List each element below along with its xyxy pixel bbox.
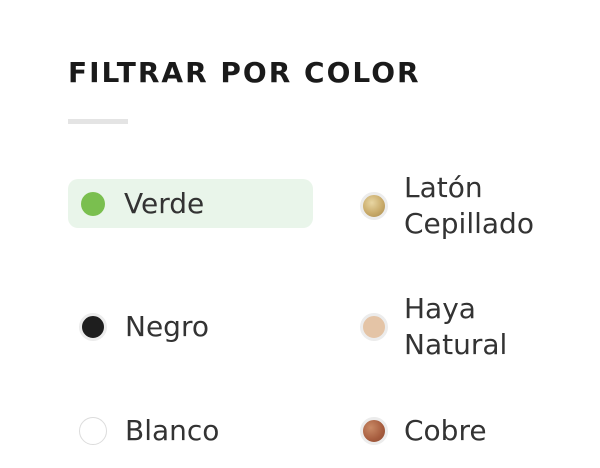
swatch-negro [79, 313, 107, 341]
swatch-verde [81, 191, 105, 216]
swatch-cobre [360, 417, 388, 445]
swatch-laton-cepillado [360, 192, 388, 220]
color-filter-panel: FILTRAR POR COLOR Verde Latón Cepillado … [0, 0, 600, 468]
color-label: Blanco [125, 414, 220, 447]
color-option-negro[interactable]: Negro [79, 304, 299, 350]
color-option-laton-cepillado[interactable]: Latón Cepillado [360, 170, 580, 242]
color-option-blanco[interactable]: Blanco [79, 410, 299, 452]
color-list: Verde Latón Cepillado Negro Haya Natural… [0, 0, 600, 468]
color-label: Negro [125, 310, 209, 343]
swatch-blanco [79, 417, 107, 445]
color-label: Verde [124, 186, 205, 220]
color-label: Cobre [404, 414, 487, 447]
color-label: Haya Natural [404, 292, 508, 361]
color-option-cobre[interactable]: Cobre [360, 410, 580, 452]
swatch-haya-natural [360, 313, 388, 341]
color-option-verde[interactable]: Verde [68, 179, 313, 228]
color-label: Latón Cepillado [404, 171, 534, 240]
color-option-haya-natural[interactable]: Haya Natural [360, 291, 580, 363]
